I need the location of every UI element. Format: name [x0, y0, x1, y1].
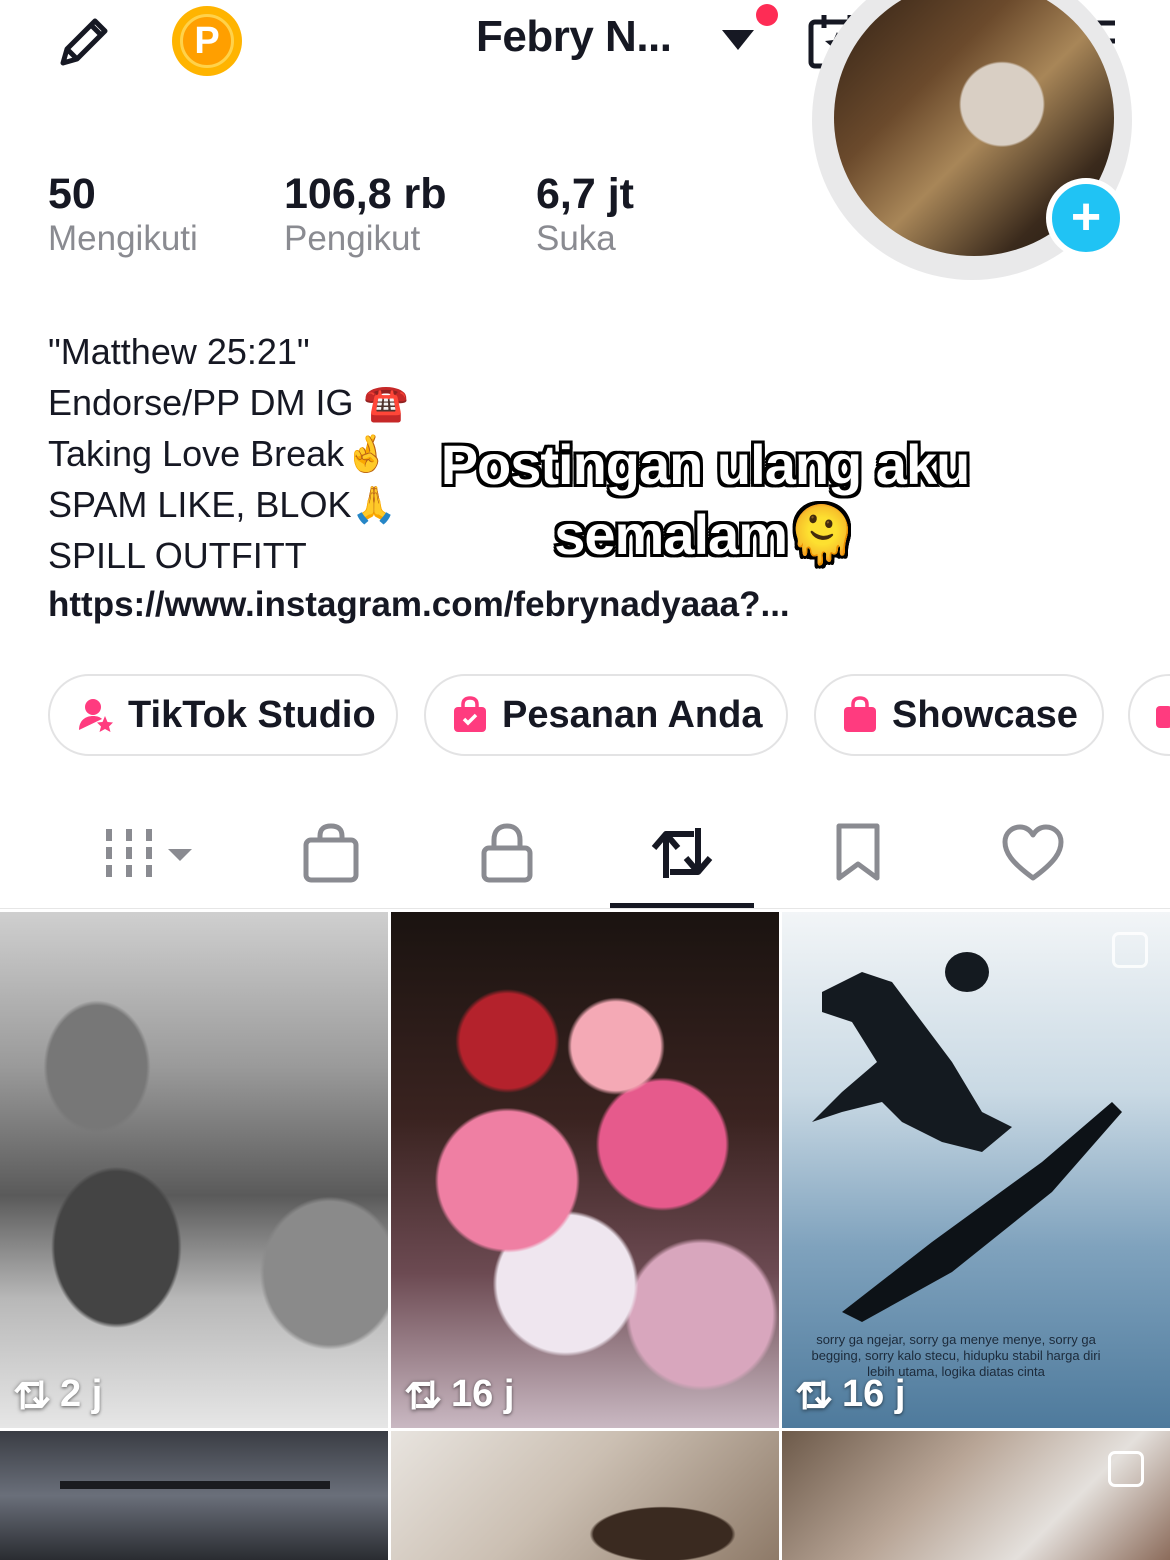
stat-label: Mengikuti — [48, 219, 198, 258]
chip-label: Showcase — [892, 693, 1078, 736]
video-thumbnail — [391, 912, 779, 1428]
coin-icon[interactable]: P — [172, 6, 242, 76]
repost-count: 16 j — [794, 1373, 905, 1416]
tiktok-studio-button[interactable]: TikTok Studio — [48, 674, 398, 756]
notification-dot — [756, 4, 778, 26]
stat-value: 106,8 rb — [284, 170, 447, 218]
edit-pencil-icon[interactable] — [46, 8, 118, 80]
shopping-bag-icon — [842, 696, 878, 734]
active-tab-indicator — [610, 903, 754, 908]
bio-link[interactable]: https://www.instagram.com/febrynadyaaa?.… — [48, 585, 790, 625]
video-overlay-caption: Postingan ulang aku semalam🫠 — [418, 430, 992, 570]
video-thumbnail — [60, 1481, 330, 1489]
grid-item[interactable] — [782, 1431, 1170, 1560]
grid-item[interactable]: sorry ga ngejar, sorry ga menye menye, s… — [782, 912, 1170, 1428]
multi-image-icon — [1108, 1451, 1144, 1487]
bio-line: SPAM LIKE, BLOK🙏 — [48, 484, 397, 525]
tab-shop[interactable] — [286, 818, 376, 888]
repost-count-label: 16 j — [451, 1373, 515, 1415]
chip-label: TikTok Studio — [128, 693, 376, 736]
bio-line: SPILL OUTFITT — [48, 535, 307, 576]
bio: "Matthew 25:21" Endorse/PP DM IG ☎️ Taki… — [48, 326, 408, 581]
stat-likes[interactable]: 6,7 jt Suka — [536, 170, 634, 259]
repost-count: 2 j — [12, 1373, 102, 1416]
more-chip-button[interactable] — [1128, 674, 1170, 756]
video-thumbnail — [391, 1431, 779, 1560]
stat-value: 50 — [48, 170, 96, 218]
bio-line: Taking Love Break🤞 — [48, 433, 389, 474]
overlay-line: Postingan ulang aku — [440, 433, 971, 496]
repost-count: 16 j — [403, 1373, 514, 1416]
shopping-bag-icon — [452, 696, 488, 734]
repost-count-label: 2 j — [60, 1373, 103, 1415]
showcase-button[interactable]: Showcase — [814, 674, 1104, 756]
bio-line: Endorse/PP DM IG ☎️ — [48, 382, 409, 423]
chip-label: Pesanan Anda — [502, 693, 763, 736]
stat-value: 6,7 jt — [536, 170, 634, 218]
tab-videos[interactable] — [100, 818, 200, 888]
tab-reposts[interactable] — [637, 818, 727, 888]
grid-item[interactable] — [0, 1431, 388, 1560]
account-switch-chevron-icon[interactable] — [720, 28, 756, 57]
bio-line: "Matthew 25:21" — [48, 331, 310, 372]
tab-saved[interactable] — [813, 818, 903, 888]
overlay-line: semalam🫠 — [554, 503, 856, 566]
grid-item[interactable]: 16 j — [391, 912, 779, 1428]
stat-label: Pengikut — [284, 219, 421, 258]
stat-followers[interactable]: 106,8 rb Pengikut — [284, 170, 447, 259]
video-thumbnail — [0, 912, 388, 1428]
tab-private[interactable] — [462, 818, 552, 888]
studio-icon — [76, 696, 114, 734]
repost-count-label: 16 j — [842, 1373, 906, 1415]
orders-button[interactable]: Pesanan Anda — [424, 674, 788, 756]
tab-liked[interactable] — [988, 818, 1078, 888]
stat-label: Suka — [536, 219, 616, 258]
stat-following[interactable]: 50 Mengikuti — [48, 170, 198, 259]
coin-letter: P — [180, 14, 234, 68]
grid-item[interactable] — [391, 1431, 779, 1560]
profile-tabs — [0, 800, 1170, 909]
add-story-plus-icon[interactable]: + — [1046, 178, 1126, 258]
shopping-bag-icon — [1156, 696, 1170, 734]
multi-image-icon — [1112, 932, 1148, 968]
username-title[interactable]: Febry N... — [476, 12, 672, 62]
grid-item[interactable]: 2 j — [0, 912, 388, 1428]
